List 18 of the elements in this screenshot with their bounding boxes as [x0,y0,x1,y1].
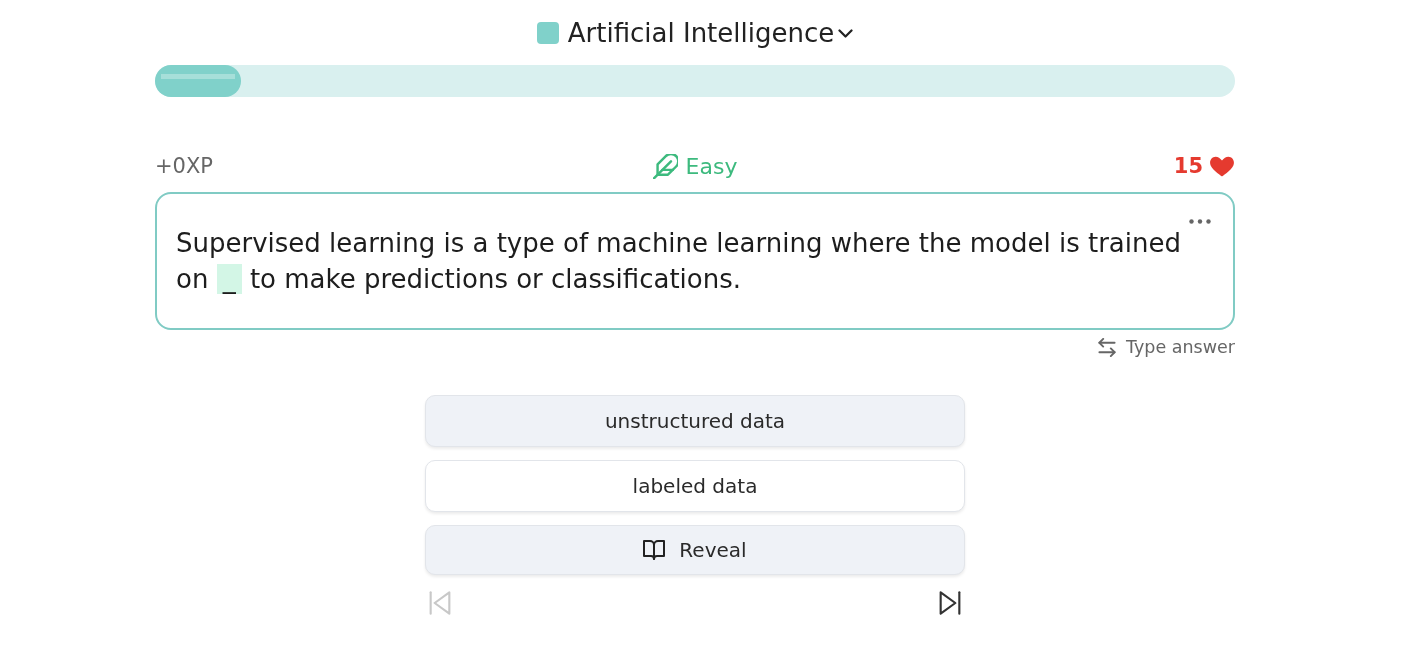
difficulty-label: Easy [685,153,738,179]
feather-icon [652,153,678,179]
type-answer-toggle[interactable]: Type answer [1098,336,1235,358]
open-book-icon [643,540,666,560]
chevron-down-icon [838,28,854,38]
lives-count: 15 [1173,154,1203,178]
topic-square-icon [536,22,559,44]
more-options-icon[interactable] [1189,219,1211,224]
swap-arrows-icon [1098,337,1117,357]
xp-counter: +0XP [155,154,214,178]
topic-dropdown[interactable]: Artificial Intelligence [536,15,854,51]
skip-forward-icon[interactable] [939,591,961,615]
reveal-button[interactable]: Reveal [425,525,965,575]
answer-blank: _ [216,264,242,294]
heart-icon [1209,155,1235,177]
answer-option[interactable]: labeled data [425,460,965,512]
question-text: Supervised learning is a type of machine learning where the model is trained on _ to make predictions or classifications. [176,227,1182,296]
answer-option[interactable]: unstructured data [425,395,965,447]
